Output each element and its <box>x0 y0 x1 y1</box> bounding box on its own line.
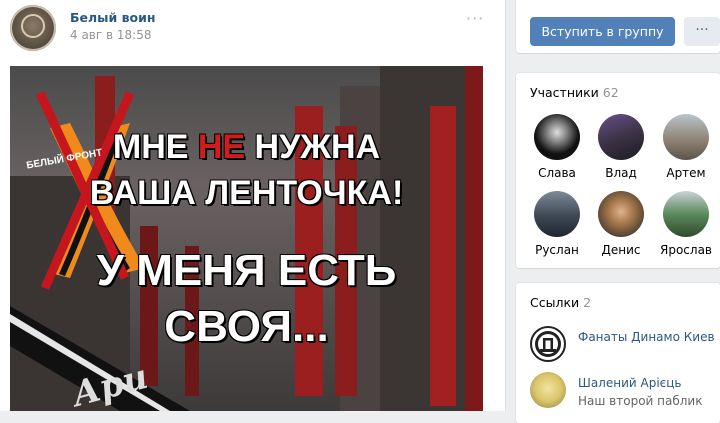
poster-background <box>10 66 483 411</box>
member-item[interactable]: Влад <box>591 114 651 180</box>
member-item[interactable]: Ярослав <box>656 191 716 257</box>
member-name: Влад <box>605 166 637 180</box>
poster-line-1: МНЕ НЕ НУЖНА <box>112 128 381 166</box>
member-item[interactable]: Денис <box>591 191 651 257</box>
member-name: Слава <box>538 166 576 180</box>
links-title[interactable]: Ссылки 2 <box>530 295 591 310</box>
member-item[interactable]: Артем <box>656 114 716 180</box>
poster-line-4: СВОЯ... <box>164 302 329 351</box>
member-item[interactable]: Руслан <box>527 191 587 257</box>
member-item[interactable]: Слава <box>527 114 587 180</box>
post-image[interactable]: БЕЛЫЙ ФРОНТ МНЕ НЕ НУЖНА ВАША ЛЕНТОЧКА! … <box>10 66 483 411</box>
avatar <box>663 114 709 160</box>
post-card: Белый воин 4 авг в 18:58 ··· БЕЛЫЙ ФРОНТ… <box>0 0 506 411</box>
poster-line-2: ВАША ЛЕНТОЧКА! <box>89 174 404 212</box>
members-title[interactable]: Участники 62 <box>530 85 619 100</box>
link-name[interactable]: Шалений Арієць <box>578 376 681 390</box>
group-actions-card: Вступить в группу ··· <box>516 0 720 53</box>
author-avatar[interactable] <box>10 5 56 51</box>
member-name: Денис <box>601 243 641 257</box>
group-more-button[interactable]: ··· <box>684 17 720 46</box>
members-card: Участники 62 Слава Влад Артем Руслан Дени… <box>516 73 720 268</box>
avatar <box>598 114 644 160</box>
member-name: Ярослав <box>660 243 712 257</box>
dynamo-logo-icon <box>530 326 566 362</box>
avatar <box>598 191 644 237</box>
post-author-name[interactable]: Белый воин <box>70 10 155 25</box>
avatar <box>534 191 580 237</box>
skull-emblem-icon <box>21 14 45 38</box>
post-date[interactable]: 4 авг в 18:58 <box>70 28 151 42</box>
member-name: Руслан <box>535 243 579 257</box>
avatar <box>534 114 580 160</box>
avatar <box>663 191 709 237</box>
ellipsis-icon[interactable]: ··· <box>466 9 484 28</box>
link-item[interactable]: Шалений Арієць Наш второй паблик <box>530 372 720 412</box>
member-name: Артем <box>666 166 706 180</box>
link-description: Наш второй паблик <box>578 394 703 408</box>
links-card: Ссылки 2 Фанаты Динамо Киев Шалений Арієц… <box>516 283 720 423</box>
link-item[interactable]: Фанаты Динамо Киев <box>530 326 720 366</box>
avatar <box>530 372 566 408</box>
link-name[interactable]: Фанаты Динамо Киев <box>578 330 715 344</box>
poster-line-3: У МЕНЯ ЕСТЬ <box>96 246 397 295</box>
join-group-button[interactable]: Вступить в группу <box>530 17 675 46</box>
